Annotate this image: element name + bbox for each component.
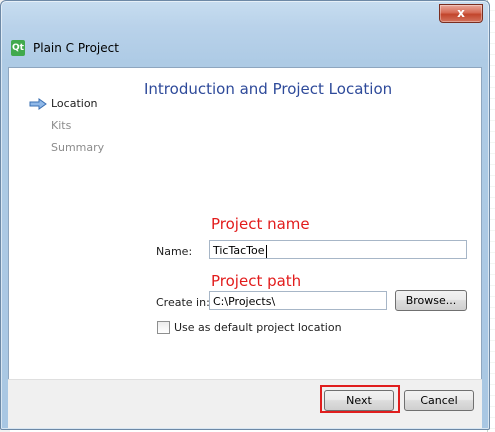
create-in-label: Create in: xyxy=(156,296,210,309)
close-icon: x xyxy=(457,6,465,20)
app-header: Qt Plain C Project xyxy=(7,33,481,63)
step-kits: Kits xyxy=(27,118,104,140)
step-kits-label: Kits xyxy=(51,119,72,132)
next-highlight-box xyxy=(320,385,400,413)
wizard-footer: Next Cancel xyxy=(8,379,482,428)
current-step-arrow-icon xyxy=(29,98,47,110)
cancel-button[interactable]: Cancel xyxy=(404,390,474,411)
name-label: Name: xyxy=(156,245,193,258)
wizard-page: Location Kits Summary Introduction and P… xyxy=(8,67,482,381)
browse-button[interactable]: Browse... xyxy=(395,290,467,311)
project-path-value: C:\Projects\ xyxy=(213,295,276,308)
step-location-label: Location xyxy=(51,97,98,110)
step-summary: Summary xyxy=(27,140,104,162)
annotation-project-path: Project path xyxy=(211,272,302,290)
project-name-input[interactable]: TicTacToe xyxy=(209,240,467,259)
page-title: Introduction and Project Location xyxy=(144,80,393,98)
qt-logo-icon: Qt xyxy=(11,40,25,56)
text-caret xyxy=(265,244,267,258)
default-location-label[interactable]: Use as default project location xyxy=(174,321,342,334)
project-path-input[interactable]: C:\Projects\ xyxy=(209,291,387,310)
step-summary-label: Summary xyxy=(51,141,105,154)
annotation-project-name: Project name xyxy=(211,215,310,233)
default-location-checkbox[interactable] xyxy=(157,321,170,334)
close-button[interactable]: x xyxy=(439,4,483,23)
wizard-title: Plain C Project xyxy=(33,41,119,55)
step-location: Location xyxy=(27,96,104,118)
project-name-value: TicTacToe xyxy=(213,244,265,257)
title-bar[interactable]: x xyxy=(1,1,489,29)
wizard-steps: Location Kits Summary xyxy=(27,96,104,162)
